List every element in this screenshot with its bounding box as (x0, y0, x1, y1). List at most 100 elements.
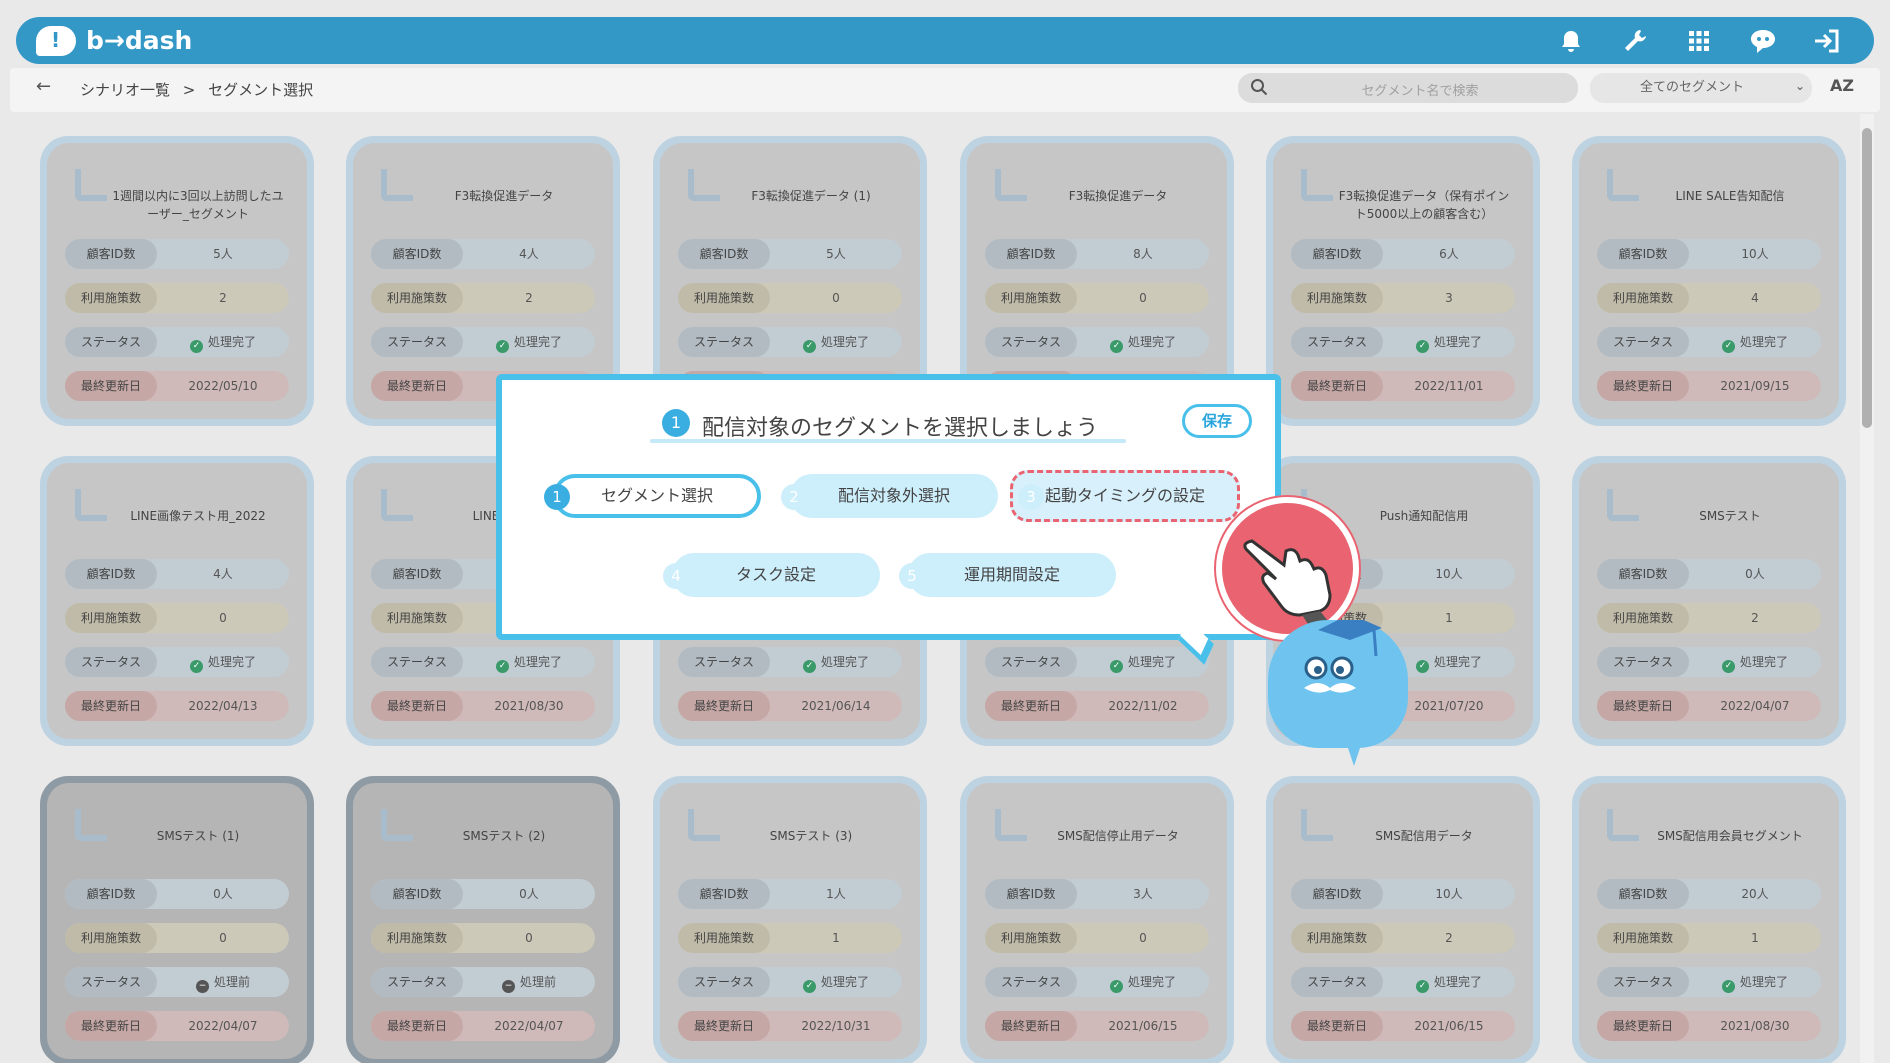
ids-label: 顧客ID数 (985, 239, 1077, 269)
uses-row: 利用施策数 2 (1597, 603, 1821, 633)
check-icon: ✓ (1721, 340, 1735, 353)
step-segment-select[interactable]: セグメント選択 (553, 474, 761, 518)
status-row: ステータス ✓ 処理完了 (1597, 967, 1821, 997)
card-title: SMSテスト (3) (769, 829, 853, 843)
updated-row: 最終更新日 2021/09/15 (1597, 371, 1821, 401)
ids-value: 1人 (826, 887, 846, 901)
card-body: 1週間以内に3回以上訪問したユーザー_セグメント 顧客ID数 5人 利用施策数 2 ステー… (47, 143, 307, 419)
segment-card[interactable]: F3転換促進データ（保有ポイント5000以上の顧客含む） 顧客ID数 6人 利用施策数… (1266, 136, 1540, 426)
ids-label: 顧客ID数 (1597, 239, 1689, 269)
card-fold-icon (381, 169, 413, 201)
segment-card[interactable]: SMSテスト 顧客ID数 0人 利用施策数 2 ステータス ✓ 処理完了 最終更新日 2022/0… (1572, 456, 1846, 746)
card-body: SMSテスト (2) 顧客ID数 0人 利用施策数 0 ステータス − 処理前 最終更新日 202… (353, 783, 613, 1059)
updated-label: 最終更新日 (985, 691, 1077, 721)
uses-value: 4 (1751, 291, 1759, 305)
bell-icon[interactable] (1554, 24, 1588, 58)
step-operation-period[interactable]: 運用期間設定 (908, 553, 1116, 597)
wrench-icon[interactable] (1618, 24, 1652, 58)
segment-card[interactable]: 1週間以内に3回以上訪問したユーザー_セグメント 顧客ID数 5人 利用施策数 2 ステー… (40, 136, 314, 426)
card-fold-icon (995, 169, 1027, 201)
status-label: ステータス (65, 647, 157, 677)
updated-label: 最終更新日 (1597, 1011, 1689, 1041)
segment-filter-select[interactable]: 全てのセグメント (1590, 73, 1812, 103)
check-icon: ✓ (495, 660, 509, 673)
status-label: ステータス (65, 967, 157, 997)
uses-label: 利用施策数 (1291, 283, 1383, 313)
card-fold-icon (688, 809, 720, 841)
ids-row: 顧客ID数 10人 (1597, 239, 1821, 269)
scrollbar-thumb[interactable] (1862, 128, 1872, 428)
status-value: 処理完了 (1433, 335, 1482, 349)
updated-row: 最終更新日 2021/06/14 (678, 691, 902, 721)
segment-card[interactable]: SMSテスト (3) 顧客ID数 1人 利用施策数 1 ステータス ✓ 処理完了 最終更新日 20… (653, 776, 927, 1063)
ids-value: 8人 (1133, 247, 1153, 261)
segment-card[interactable]: LINE SALE告知配信 顧客ID数 10人 利用施策数 4 ステータス ✓ 処理完了 最終更… (1572, 136, 1846, 426)
uses-row: 利用施策数 0 (65, 603, 289, 633)
card-body: SMSテスト (3) 顧客ID数 1人 利用施策数 1 ステータス ✓ 処理完了 最終更新日 20… (660, 783, 920, 1059)
grid-icon[interactable] (1682, 24, 1716, 58)
segment-card[interactable]: SMS配信用会員セグメント 顧客ID数 20人 利用施策数 1 ステータス ✓ 処理完了 最終更… (1572, 776, 1846, 1063)
card-title: F3転換促進データ (454, 189, 554, 203)
status-label: ステータス (1291, 327, 1383, 357)
step-trigger-timing[interactable]: 起動タイミングの設定 (1010, 470, 1240, 522)
status-value-wrap: ✓ 処理完了 (1689, 327, 1821, 357)
segment-card[interactable]: SMSテスト (1) 顧客ID数 0人 利用施策数 0 ステータス − 処理前 最終更新日 202… (40, 776, 314, 1063)
uses-value: 1 (1751, 931, 1759, 945)
card-title: SMS配信用会員セグメント (1657, 829, 1803, 843)
status-value-wrap: − 処理前 (157, 967, 289, 997)
card-title: LINE画像テスト用_2022 (130, 509, 266, 523)
updated-row: 最終更新日 2021/08/30 (1597, 1011, 1821, 1041)
segment-card[interactable]: LINE画像テスト用_2022 顧客ID数 4人 利用施策数 0 ステータス ✓ 処理完了 最終… (40, 456, 314, 746)
check-icon: ✓ (1109, 660, 1123, 673)
step-task-settings[interactable]: タスク設定 (672, 553, 880, 597)
logout-icon[interactable] (1810, 24, 1844, 58)
updated-label: 最終更新日 (1291, 371, 1383, 401)
save-button[interactable]: 保存 (1182, 404, 1252, 438)
card-fold-icon (1301, 809, 1333, 841)
segment-card[interactable]: SMS配信停止用データ 顧客ID数 3人 利用施策数 0 ステータス ✓ 処理完了 最終更新日 2… (960, 776, 1234, 1063)
uses-row: 利用施策数 3 (1291, 283, 1515, 313)
back-arrow-icon[interactable]: ← (36, 76, 51, 97)
chevron-down-icon: ⌄ (1795, 79, 1806, 93)
status-value: 処理完了 (1127, 975, 1176, 989)
updated-label: 最終更新日 (1291, 1011, 1383, 1041)
ids-value: 0人 (519, 887, 539, 901)
breadcrumb-root[interactable]: シナリオ一覧 (80, 81, 170, 99)
uses-label: 利用施策数 (1597, 923, 1689, 953)
status-label: ステータス (371, 647, 463, 677)
updated-row: 最終更新日 2022/11/02 (985, 691, 1209, 721)
segment-card[interactable]: SMS配信用データ 顧客ID数 10人 利用施策数 2 ステータス ✓ 処理完了 最終更新日 20… (1266, 776, 1540, 1063)
check-icon: ✓ (1109, 980, 1123, 993)
card-title: 1週間以内に3回以上訪問したユーザー_セグメント (112, 189, 284, 221)
uses-label: 利用施策数 (371, 603, 463, 633)
logo[interactable]: b→dash (36, 25, 192, 56)
status-value-wrap: ✓ 処理完了 (770, 647, 902, 677)
check-icon: ✓ (1415, 340, 1429, 353)
minus-icon: − (195, 980, 209, 993)
ids-label: 顧客ID数 (371, 239, 463, 269)
card-title: Push通知配信用 (1379, 509, 1469, 523)
status-row: ステータス ✓ 処理完了 (1597, 647, 1821, 677)
step-exclusion-select[interactable]: 配信対象外選択 (790, 474, 998, 518)
status-value-wrap: ✓ 処理完了 (1383, 327, 1515, 357)
app-header: b→dash (16, 17, 1874, 64)
status-label: ステータス (1597, 647, 1689, 677)
uses-label: 利用施策数 (1291, 923, 1383, 953)
status-row: ステータス ✓ 処理完了 (678, 647, 902, 677)
card-body: SMS配信用データ 顧客ID数 10人 利用施策数 2 ステータス ✓ 処理完了 最終更新日 20… (1273, 783, 1533, 1059)
card-body: F3転換促進データ（保有ポイント5000以上の顧客含む） 顧客ID数 6人 利用施策数… (1273, 143, 1533, 419)
chat-icon[interactable] (1746, 24, 1780, 58)
sort-az-button[interactable]: AZ (1830, 76, 1854, 95)
segment-card[interactable]: SMSテスト (2) 顧客ID数 0人 利用施策数 0 ステータス − 処理前 最終更新日 202… (346, 776, 620, 1063)
status-value: 処理完了 (1127, 335, 1176, 349)
updated-row: 最終更新日 2022/04/07 (371, 1011, 595, 1041)
updated-label: 最終更新日 (65, 691, 157, 721)
status-value: 処理完了 (820, 335, 869, 349)
uses-label: 利用施策数 (985, 923, 1077, 953)
uses-label: 利用施策数 (65, 923, 157, 953)
uses-value: 0 (1139, 291, 1147, 305)
card-title: SMSテスト (2) (462, 829, 546, 843)
ids-value: 20人 (1741, 887, 1769, 901)
card-title: SMSテスト (1699, 509, 1761, 523)
check-icon: ✓ (189, 340, 203, 353)
